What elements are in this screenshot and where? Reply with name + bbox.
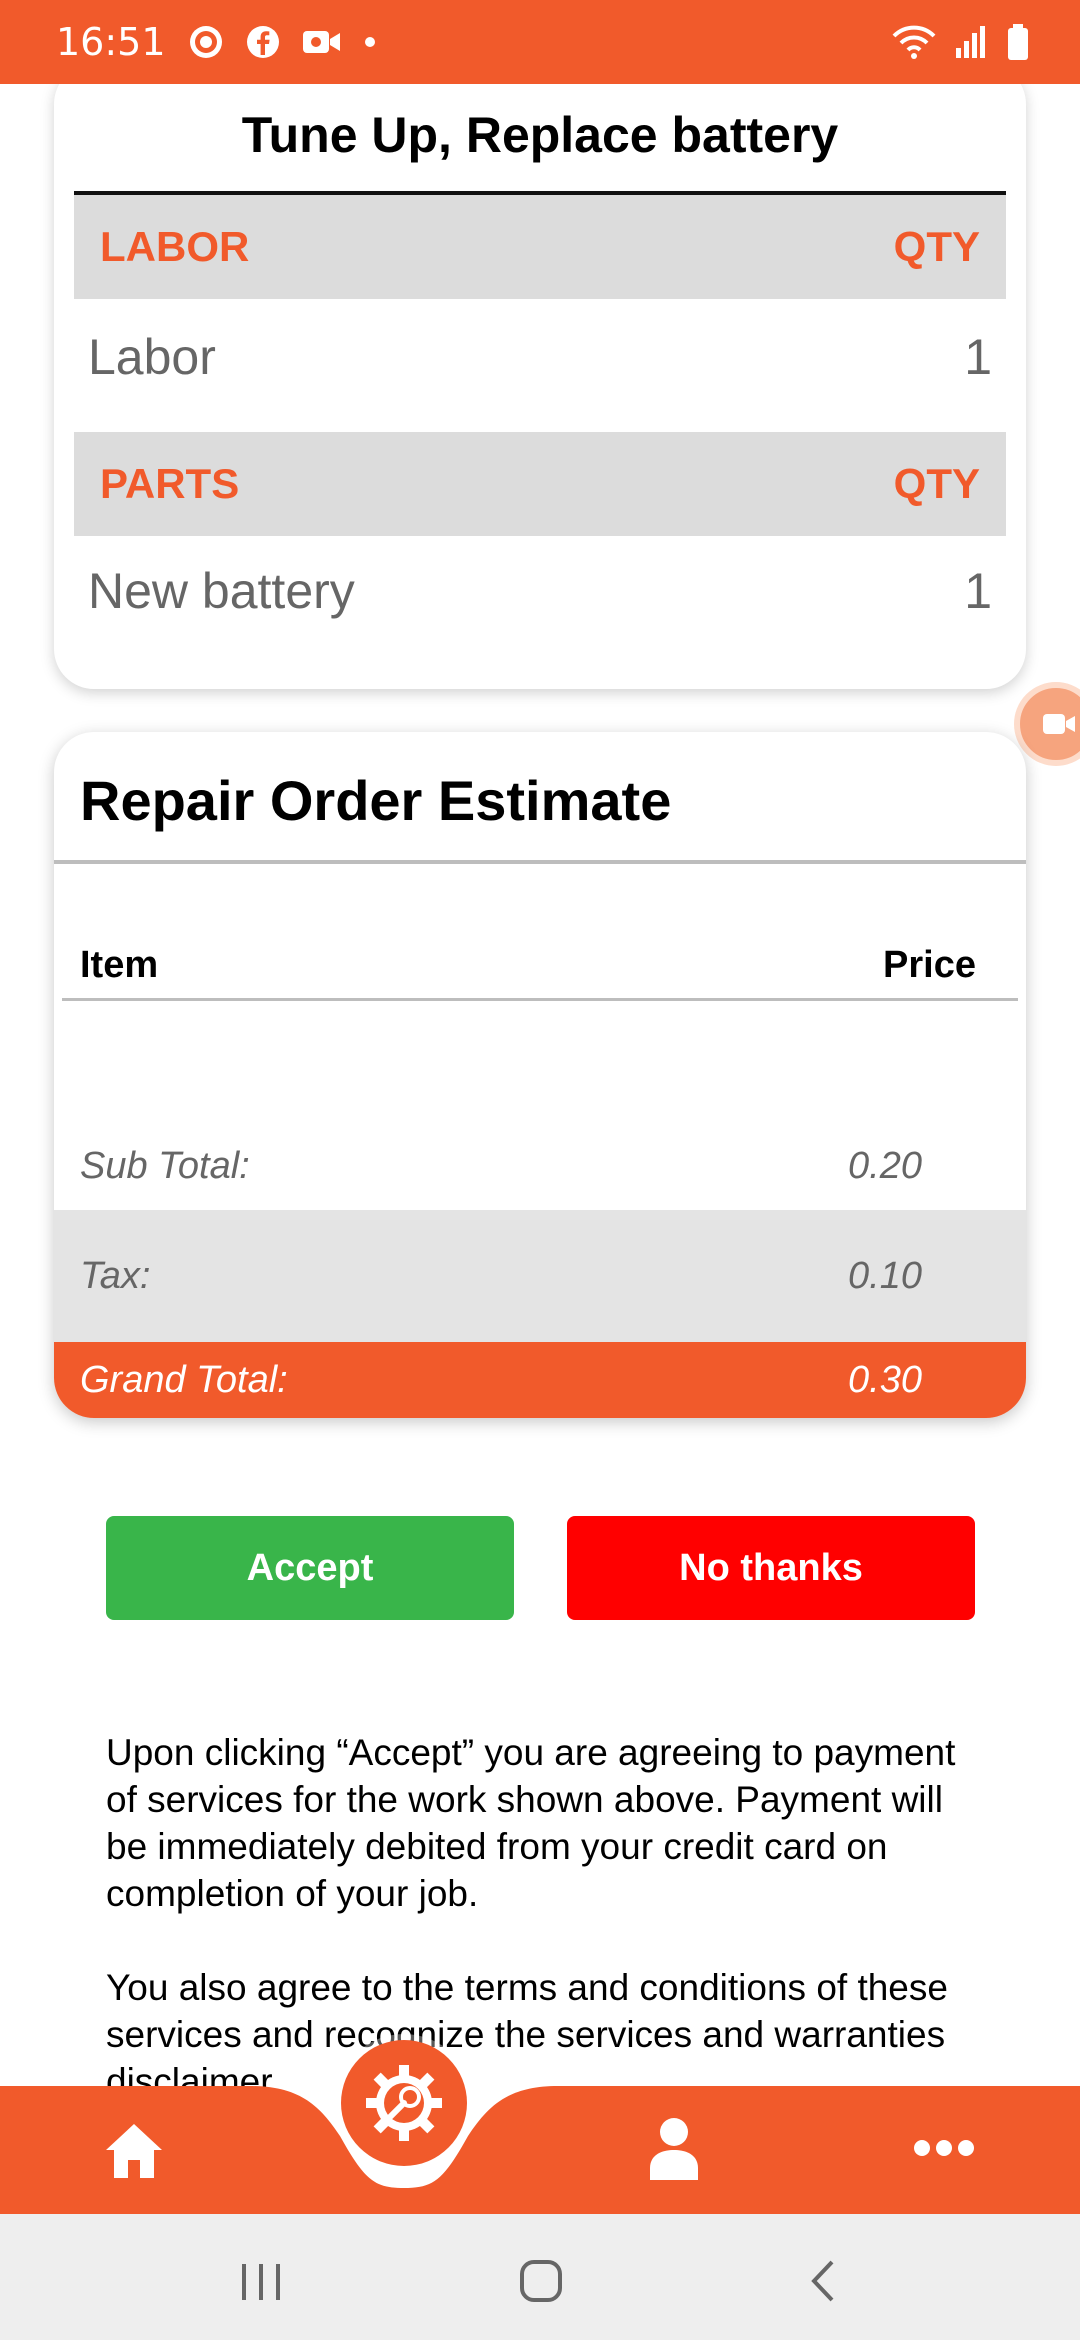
item-column-header: Item [80,944,159,986]
estimate-card: Repair Order Estimate Item Price Sub Tot… [54,732,1026,1418]
recent-apps-button[interactable] [238,2262,284,2307]
labor-item-qty: 1 [964,329,992,385]
labor-header-label: LABOR [100,223,250,270]
nav-profile[interactable] [644,2114,704,2182]
grand-total-value: 0.30 [848,1358,922,1401]
home-square-icon [520,2260,562,2302]
service-button[interactable] [341,2040,467,2166]
back-icon [811,2260,834,2302]
facebook-icon [246,26,279,58]
video-icon [1043,714,1075,734]
status-notification-icons [188,24,376,60]
terms-agreement-text: You also agree to the terms and conditio… [106,1967,948,2088]
home-icon [106,2124,162,2178]
job-card: Tune Up, Replace battery LABOR QTY Labor… [54,84,1026,689]
scroll-content[interactable]: Tune Up, Replace battery LABOR QTY Labor… [0,84,1080,2088]
payment-agreement-text: Upon clicking “Accept” you are agreeing … [106,1732,956,1914]
subtotal-row: Sub Total: 0.20 [54,1122,1026,1210]
tax-label: Tax: [80,1254,151,1297]
labor-row: Labor 1 [88,328,992,386]
parts-row: New battery 1 [88,562,992,620]
grand-total-label: Grand Total: [80,1358,288,1401]
grand-total-row: Grand Total: 0.30 [54,1342,1026,1418]
video-icon [302,31,340,53]
service-icon [366,2065,442,2141]
system-nav-bar [0,2214,1080,2340]
parts-item-name: New battery [88,563,355,619]
home-system-button[interactable] [518,2258,564,2309]
profile-icon [650,2118,698,2180]
status-bar: 16:51 [0,0,1080,84]
subtotal-value: 0.20 [848,1144,922,1187]
labor-item-name: Labor [88,329,216,385]
parts-section-header: PARTS QTY [74,432,1006,536]
estimate-title-divider [54,860,1026,864]
back-button[interactable] [806,2258,840,2309]
nav-home[interactable] [102,2118,166,2182]
price-column-header: Price [883,944,976,986]
labor-section-header: LABOR QTY [74,195,1006,299]
parts-item-qty: 1 [964,563,992,619]
recent-apps-icon [242,2264,280,2300]
accept-button[interactable]: Accept [106,1516,514,1620]
battery-icon [1008,24,1028,60]
tax-row: Tax: 0.10 [54,1210,1026,1342]
tax-value: 0.10 [848,1254,922,1297]
app-badge-icon [189,26,222,58]
labor-qty-header: QTY [893,223,980,270]
dot-icon [364,37,375,47]
no-thanks-button[interactable]: No thanks [567,1516,975,1620]
parts-qty-header: QTY [893,460,980,507]
estimate-header-divider [62,998,1018,1001]
floating-video-button[interactable] [1014,682,1080,766]
nav-more[interactable] [912,2136,976,2160]
parts-header-label: PARTS [100,460,240,507]
more-icon [914,2140,974,2156]
subtotal-label: Sub Total: [80,1144,250,1187]
status-time: 16:51 [56,20,166,64]
status-system-icons [892,22,1030,62]
job-title: Tune Up, Replace battery [241,107,839,163]
estimate-column-headers: Item Price [80,944,976,987]
signal-icon [956,26,985,58]
estimate-title: Repair Order Estimate [80,769,672,832]
wifi-icon [892,25,936,59]
